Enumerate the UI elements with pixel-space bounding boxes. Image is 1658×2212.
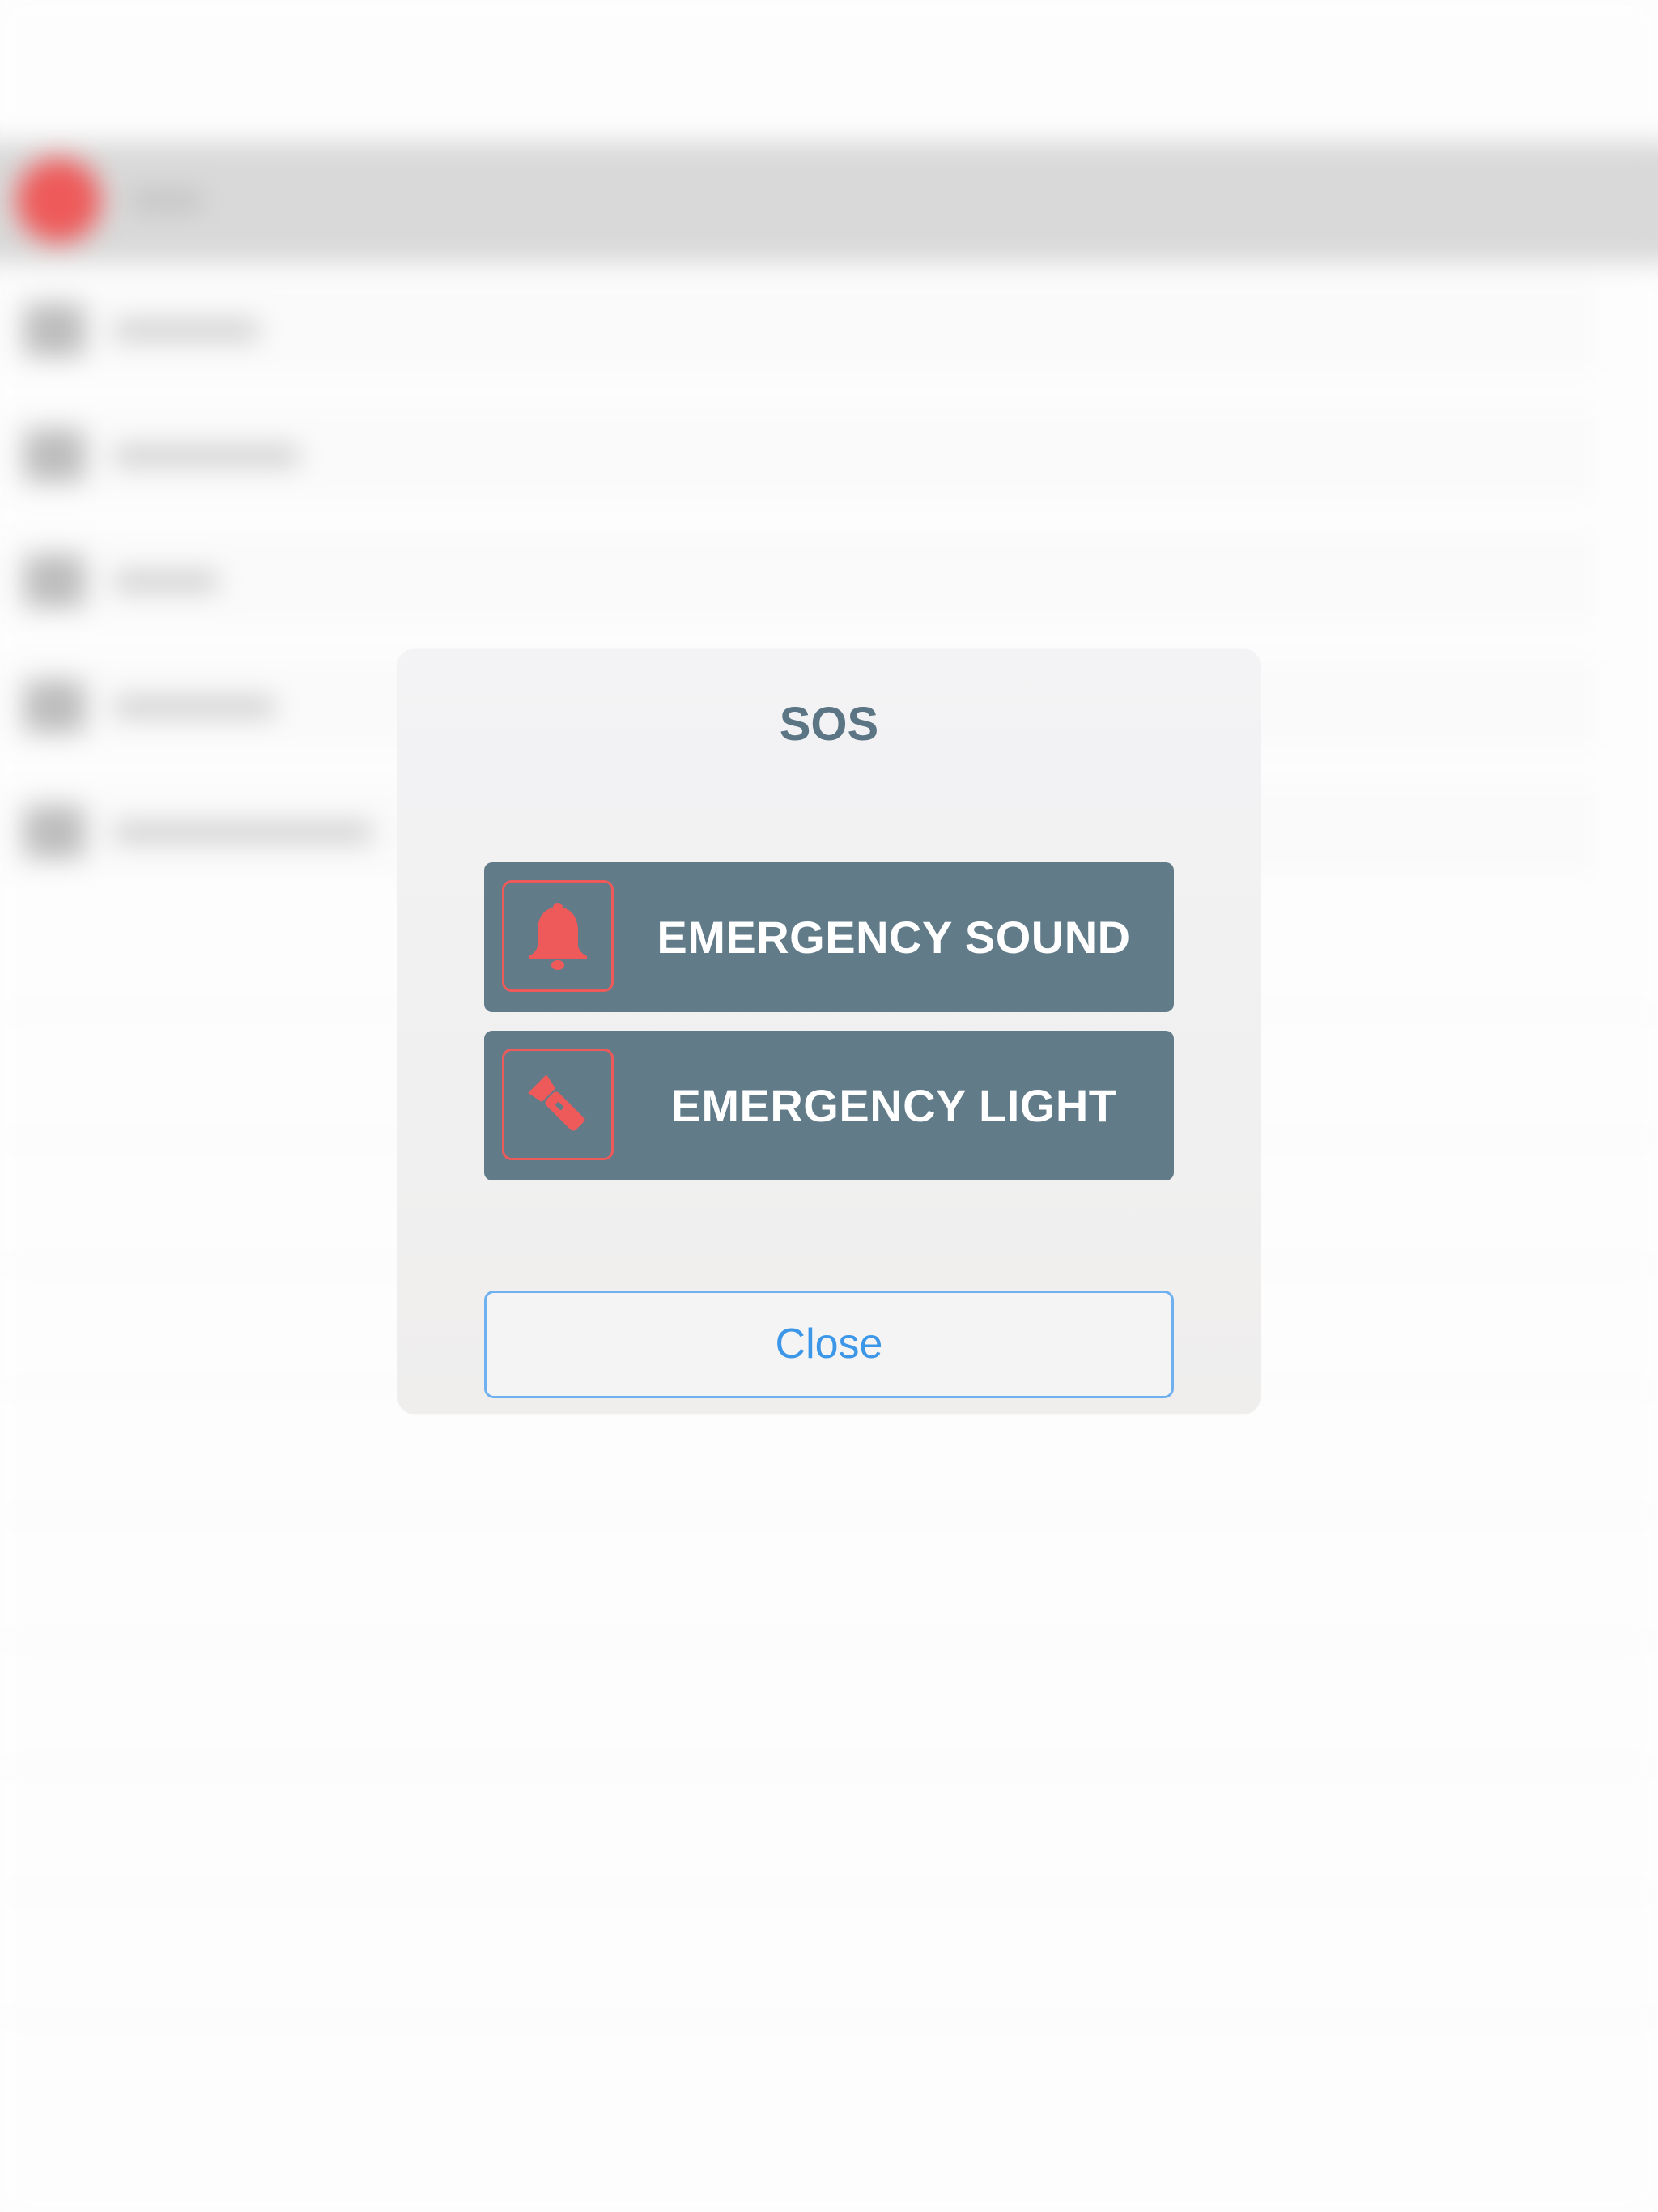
background-item-icon bbox=[24, 806, 85, 858]
background-divider bbox=[0, 1765, 1658, 1768]
background-item-text bbox=[113, 822, 372, 843]
bell-icon bbox=[529, 903, 587, 970]
background-item-icon bbox=[24, 555, 85, 607]
flashlight-icon bbox=[528, 1074, 585, 1131]
background-list-item bbox=[0, 283, 1595, 372]
background-item-text bbox=[113, 571, 219, 592]
background-item-icon bbox=[24, 680, 85, 733]
background-item-text bbox=[113, 445, 300, 466]
dialog-title: SOS bbox=[779, 698, 879, 751]
emergency-sound-button[interactable]: EMERGENCY SOUND bbox=[484, 862, 1174, 1012]
emergency-light-button[interactable]: EMERGENCY LIGHT bbox=[484, 1031, 1174, 1180]
flashlight-icon-frame bbox=[502, 1049, 614, 1160]
background-list-item bbox=[0, 534, 1595, 623]
background-header-bar bbox=[0, 142, 1658, 263]
screen: SOS EMERGENCY SOUND EMERGENCY LIGHT Clos… bbox=[0, 0, 1658, 2212]
background-item-text bbox=[113, 320, 259, 341]
bell-icon-frame bbox=[502, 880, 614, 992]
background-sos-indicator bbox=[16, 158, 101, 243]
background-header-text bbox=[130, 190, 202, 211]
background-item-text bbox=[113, 696, 275, 717]
background-divider bbox=[0, 1891, 1658, 1894]
emergency-sound-label: EMERGENCY SOUND bbox=[657, 912, 1131, 963]
emergency-light-label: EMERGENCY LIGHT bbox=[670, 1080, 1117, 1131]
background-divider bbox=[0, 2016, 1658, 2019]
sos-dialog: SOS EMERGENCY SOUND EMERGENCY LIGHT Clos… bbox=[397, 649, 1261, 1414]
close-button[interactable]: Close bbox=[484, 1291, 1174, 1398]
background-divider bbox=[0, 1640, 1658, 1643]
background-list-item bbox=[0, 409, 1595, 498]
background-item-icon bbox=[24, 429, 85, 482]
background-divider bbox=[0, 1514, 1658, 1517]
background-item-icon bbox=[24, 304, 85, 356]
